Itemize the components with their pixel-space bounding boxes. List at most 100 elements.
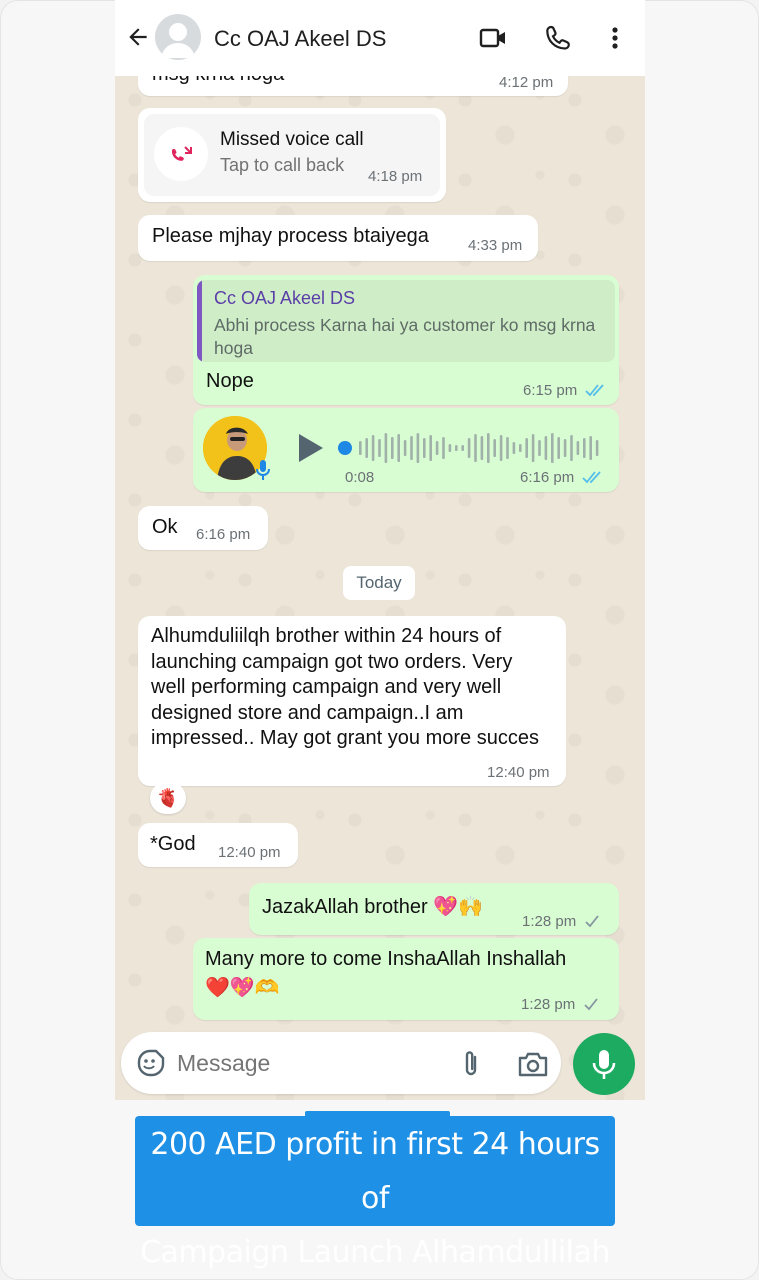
phone-icon[interactable] (543, 24, 573, 52)
missed-call-bubble[interactable]: Missed voice call Tap to call back 4:18 … (138, 108, 446, 202)
quote-text: Abhi process Karna hai ya customer ko ms… (214, 315, 596, 358)
message-text: Alhumduliilqh brother within 24 hours of… (151, 625, 539, 749)
sent-tick-icon (584, 998, 599, 1011)
waveform-bar (480, 436, 484, 460)
message-time: 12:40 pm (487, 764, 550, 781)
play-icon[interactable] (297, 432, 325, 464)
contact-avatar[interactable] (155, 14, 201, 60)
message-text: Many more to come InshaAllah Inshallah (205, 948, 567, 970)
reaction-badge[interactable]: 🫀 (150, 782, 186, 814)
message-time: 4:12 pm (499, 74, 554, 91)
caption-line-1: 200 AED profit in first 24 hours of (150, 1127, 600, 1216)
sticker-icon[interactable] (135, 1049, 165, 1079)
missed-call-icon-wrap (154, 127, 208, 181)
waveform-bar (583, 438, 586, 458)
waveform-bar (512, 442, 516, 454)
arrow-left-icon[interactable] (125, 24, 151, 50)
voice-duration: 0:08 (345, 469, 375, 486)
waveform-bar (384, 433, 388, 463)
waveform-bar (455, 445, 458, 451)
message-time: 1:28 pm (521, 996, 599, 1013)
caption-banner: 200 AED profit in first 24 hours of Camp… (135, 1116, 615, 1270)
message-input[interactable] (177, 1046, 437, 1080)
waveform-bar (506, 437, 509, 459)
video-call-icon[interactable] (478, 24, 508, 52)
camera-icon[interactable] (517, 1050, 549, 1078)
incoming-message[interactable]: Please mjhay process btaiyega 4:33 pm (138, 215, 538, 261)
waveform-bar (423, 438, 426, 458)
message-time: 6:16 pm (196, 526, 251, 543)
caption-line-2: Campaign Launch Alhamdullilah (140, 1235, 610, 1270)
waveform-bar (403, 440, 407, 456)
message-emojis: ❤️💖🫶 (205, 977, 280, 999)
contact-name[interactable]: Cc OAJ Akeel DS (214, 26, 386, 52)
waveform-bar (563, 439, 567, 457)
waveform-bar (410, 436, 413, 460)
outgoing-message[interactable]: Many more to come InshaAllah Inshallah ❤… (193, 938, 619, 1020)
message-time: 6:16 pm (520, 469, 604, 486)
waveform-bar (461, 445, 464, 451)
waveform-bar (371, 435, 375, 461)
waveform-bar (359, 441, 362, 455)
message-time: 12:40 pm (218, 844, 281, 861)
message-time: 4:18 pm (368, 168, 423, 185)
incoming-message[interactable]: *God 12:40 pm (138, 823, 298, 867)
waveform-bar (595, 440, 599, 456)
voice-record-button[interactable] (573, 1033, 635, 1095)
waveform-bar (487, 433, 490, 463)
mic-icon (592, 1050, 616, 1079)
incoming-message[interactable]: Ok 6:16 pm (138, 506, 268, 550)
waveform-bar (525, 438, 528, 458)
message-text: Nope (206, 370, 254, 392)
voice-waveform[interactable] (337, 428, 607, 468)
waveform-bar (570, 435, 573, 461)
waveform-bar (531, 434, 535, 462)
voice-note-message[interactable]: 0:08 6:16 pm (193, 408, 619, 492)
waveform-bar (365, 438, 368, 458)
waveform-bar (589, 436, 592, 460)
waveform-bar (448, 444, 452, 452)
waveform-bar (391, 437, 394, 459)
chat-header: Cc OAJ Akeel DS (115, 0, 645, 76)
waveform-bar (378, 439, 381, 457)
waveform-bar (429, 435, 432, 461)
quote-author: Cc OAJ Akeel DS (214, 288, 356, 308)
date-divider: Today (343, 566, 415, 600)
missed-call-icon (171, 146, 192, 161)
waveform-bar (544, 436, 548, 460)
outgoing-message[interactable]: JazakAllah brother 💖🙌 1:28 pm (249, 883, 619, 935)
message-text: Ok (152, 516, 178, 538)
quote-bar (197, 280, 202, 362)
more-vertical-icon[interactable] (600, 24, 630, 52)
incoming-message[interactable]: Alhumduliilqh brother within 24 hours of… (138, 616, 566, 786)
chat-screen: Cc OAJ Akeel DS msg krna hoga 4:12 pm Mi… (115, 0, 645, 1100)
waveform-bar (435, 441, 439, 455)
default-avatar-icon (161, 23, 195, 58)
waveform-bar (493, 439, 496, 457)
read-ticks-icon (582, 471, 602, 484)
quoted-message[interactable]: Cc OAJ Akeel DS Abhi process Karna hai y… (197, 280, 615, 362)
waveform-bar (538, 440, 541, 456)
message-composer (121, 1032, 561, 1094)
outgoing-reply-message[interactable]: Cc OAJ Akeel DS Abhi process Karna hai y… (193, 275, 619, 405)
waveform-bar (551, 433, 554, 463)
waveform-bar (397, 434, 400, 462)
waveform-bar (576, 441, 580, 455)
message-time: 6:15 pm (523, 382, 607, 399)
waveform-bar (519, 444, 522, 452)
missed-call-title: Missed voice call (220, 129, 364, 150)
sent-tick-icon (585, 915, 600, 928)
paperclip-icon[interactable] (459, 1048, 483, 1080)
missed-call-subtitle: Tap to call back (220, 155, 345, 175)
waveform-bar (499, 435, 503, 461)
message-text: *God (150, 833, 196, 855)
message-time: 4:33 pm (468, 237, 523, 254)
waveform-bar (442, 437, 445, 459)
mic-badge-icon (256, 460, 270, 480)
waveform-bar (416, 433, 420, 463)
message-text: JazakAllah brother 💖🙌 (262, 896, 484, 918)
read-ticks-icon (585, 384, 605, 397)
waveform-bar (467, 438, 471, 458)
waveform-bar (474, 434, 477, 462)
waveform-bar (557, 437, 560, 459)
